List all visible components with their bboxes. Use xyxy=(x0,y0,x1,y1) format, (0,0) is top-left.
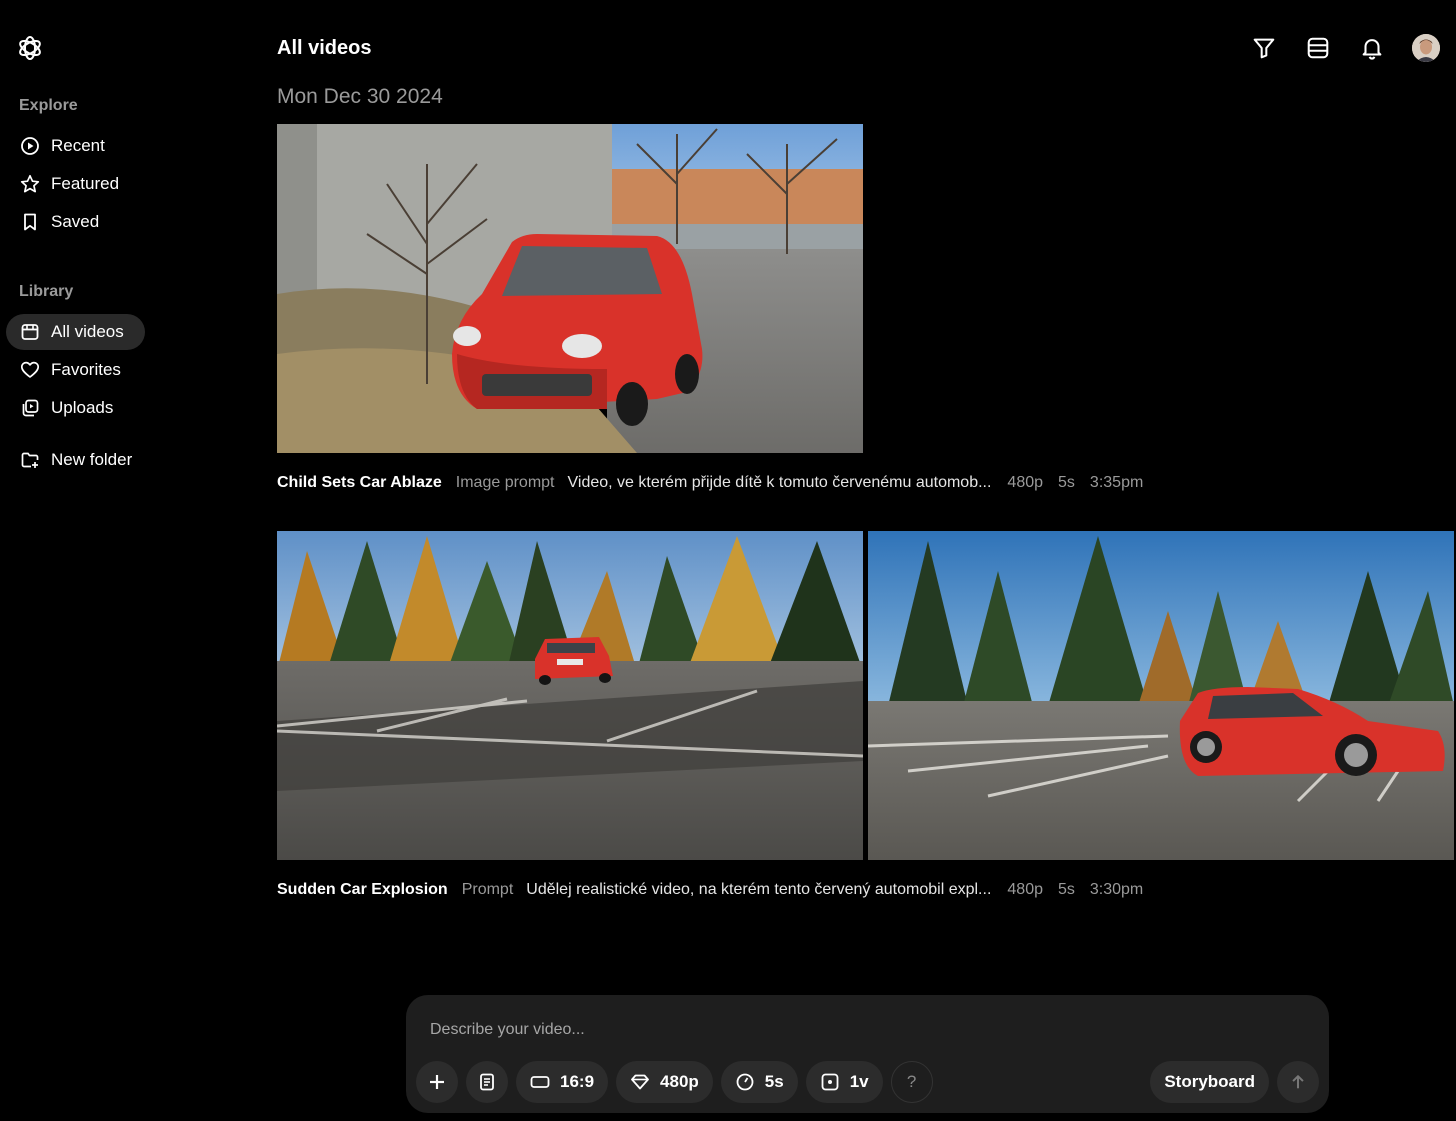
sidebar-item-label: Featured xyxy=(51,174,120,193)
folder-plus-icon xyxy=(20,450,40,470)
new-folder-button[interactable]: New folder xyxy=(6,442,145,478)
sidebar-item-favorites[interactable]: Favorites xyxy=(6,352,145,388)
sidebar-item-label: Uploads xyxy=(51,398,114,417)
new-folder-label: New folder xyxy=(51,450,133,469)
video-prompt-text: Udělej realistické video, na kterém tent… xyxy=(526,881,992,898)
avatar[interactable] xyxy=(1412,34,1440,62)
sidebar-item-label: Favorites xyxy=(51,360,121,379)
resolution-button[interactable]: 480p xyxy=(616,1061,713,1103)
video-meta-row: Sudden Car Explosion Prompt Udělej reali… xyxy=(277,881,1158,899)
document-icon xyxy=(480,1073,494,1091)
arrow-up-icon xyxy=(1292,1075,1304,1089)
video-time: 3:35pm xyxy=(1089,474,1144,491)
grid-layout-icon[interactable] xyxy=(1304,34,1332,62)
help-button[interactable]: ? xyxy=(890,1061,933,1103)
sidebar-item-label: All videos xyxy=(51,322,124,341)
play-circle-icon xyxy=(20,136,40,156)
video-prompt-text: Video, ve kterém přijde dítě k tomuto če… xyxy=(567,474,992,491)
library-section-label: Library xyxy=(19,283,74,300)
sidebar-item-all-videos[interactable]: All videos xyxy=(6,314,145,350)
sidebar-item-saved[interactable]: Saved xyxy=(6,204,145,240)
aspect-ratio-icon xyxy=(530,1076,550,1088)
storyboard-button[interactable]: Storyboard xyxy=(1150,1061,1269,1103)
star-icon xyxy=(20,174,40,194)
submit-button[interactable] xyxy=(1277,1061,1319,1103)
plus-icon xyxy=(430,1075,444,1089)
variations-icon xyxy=(821,1073,839,1091)
openai-logo-icon[interactable] xyxy=(16,34,44,62)
sidebar-item-recent[interactable]: Recent xyxy=(6,128,145,164)
variations-button[interactable]: 1v xyxy=(805,1061,883,1103)
video-composer: 16:9 480p 5s 1v ? Storyboard xyxy=(406,995,1329,1113)
heart-icon xyxy=(20,360,40,380)
date-group-label: Mon Dec 30 2024 xyxy=(277,85,443,108)
bell-icon[interactable] xyxy=(1358,34,1386,62)
add-button[interactable] xyxy=(416,1061,458,1103)
duration-button[interactable]: 5s xyxy=(720,1061,798,1103)
help-label: ? xyxy=(906,1072,917,1091)
video-thumbnail-child-sets-car-ablaze[interactable] xyxy=(277,124,863,453)
video-prompt-type: Image prompt xyxy=(455,474,555,491)
video-title[interactable]: Sudden Car Explosion xyxy=(277,881,448,899)
video-resolution: 480p xyxy=(1007,881,1043,898)
video-prompt-type: Prompt xyxy=(461,881,514,898)
uploads-icon xyxy=(20,398,40,418)
video-duration: 5s xyxy=(1058,474,1075,491)
diamond-icon xyxy=(631,1074,649,1090)
preset-button[interactable] xyxy=(466,1061,508,1103)
page-title: All videos xyxy=(277,37,372,59)
sidebar-item-featured[interactable]: Featured xyxy=(6,166,145,202)
describe-video-input[interactable] xyxy=(428,1017,1288,1043)
sidebar: Explore Recent Featured Saved Library Al… xyxy=(0,0,260,1121)
storyboard-label: Storyboard xyxy=(1164,1072,1255,1091)
sidebar-item-label: Saved xyxy=(51,212,100,231)
composer-actions: Storyboard xyxy=(1150,1061,1319,1103)
video-resolution: 480p xyxy=(1007,474,1044,491)
video-thumbnail-sudden-car-explosion-2[interactable] xyxy=(868,531,1454,860)
video-title[interactable]: Child Sets Car Ablaze xyxy=(277,474,442,492)
resolution-value: 480p xyxy=(660,1072,699,1091)
header-actions xyxy=(1250,34,1440,62)
clock-icon xyxy=(736,1073,754,1091)
video-time: 3:30pm xyxy=(1089,881,1144,898)
composer-tools: 16:9 480p 5s 1v ? xyxy=(416,1061,933,1103)
calendar-icon xyxy=(20,322,40,342)
video-meta-row: Child Sets Car Ablaze Image prompt Video… xyxy=(277,474,1158,492)
filter-icon[interactable] xyxy=(1250,34,1278,62)
explore-section-label: Explore xyxy=(19,97,78,114)
aspect-ratio-value: 16:9 xyxy=(560,1072,595,1091)
sidebar-item-label: Recent xyxy=(51,136,105,155)
bookmark-icon xyxy=(20,212,40,232)
duration-value: 5s xyxy=(764,1072,784,1091)
video-thumbnail-sudden-car-explosion-1[interactable] xyxy=(277,531,863,860)
video-duration: 5s xyxy=(1057,881,1075,898)
aspect-ratio-button[interactable]: 16:9 xyxy=(516,1061,609,1103)
sidebar-item-uploads[interactable]: Uploads xyxy=(6,390,145,426)
variations-value: 1v xyxy=(849,1072,869,1091)
